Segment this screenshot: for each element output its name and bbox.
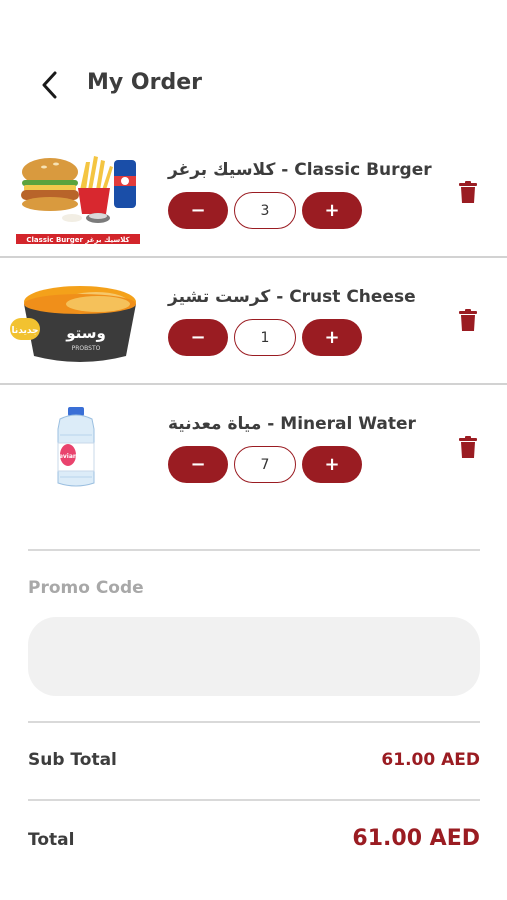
section-divider: [28, 721, 480, 723]
classic-burger-image: Classic Burger كلاسيك برغر: [10, 150, 145, 246]
mineral-water-image: evian: [10, 405, 145, 501]
trash-icon: [459, 309, 477, 331]
subtotal-label: Sub Total: [28, 750, 117, 770]
qty-value: 1: [234, 319, 296, 356]
section-divider: [28, 549, 480, 551]
delete-item-button[interactable]: [456, 306, 480, 334]
order-item-classic-burger: Classic Burger كلاسيك برغر كلاسيك برغر -…: [0, 130, 507, 258]
section-divider: [28, 799, 480, 801]
mineral-water-image-label: evian: [59, 453, 77, 460]
back-button[interactable]: [34, 68, 64, 102]
total-value: 61.00 AED: [352, 826, 480, 851]
order-item-mineral-water: evian مياة معدنية - Mineral Water − 7 +: [0, 385, 507, 513]
order-item-crust-cheese: وستو PROBSTO جديدنا كرست تشيز - Crust Ch…: [0, 258, 507, 386]
decrease-qty-button[interactable]: −: [168, 319, 228, 356]
page-title: My Order: [87, 70, 202, 95]
trash-icon: [459, 181, 477, 203]
subtotal-value: 61.00 AED: [381, 750, 480, 770]
qty-value: 3: [234, 192, 296, 229]
promo-code-label: Promo Code: [28, 578, 144, 598]
decrease-qty-button[interactable]: −: [168, 192, 228, 229]
crust-cheese-image: وستو PROBSTO جديدنا: [10, 274, 145, 370]
increase-qty-button[interactable]: +: [302, 446, 362, 483]
trash-icon: [459, 436, 477, 458]
qty-value: 7: [234, 446, 296, 483]
chevron-left-icon: [42, 71, 57, 99]
svg-text:وستو: وستو: [65, 324, 106, 342]
svg-text:PROBSTO: PROBSTO: [72, 345, 101, 352]
promo-code-input[interactable]: [28, 617, 480, 696]
header: My Order: [0, 0, 507, 130]
delete-item-button[interactable]: [456, 178, 480, 206]
increase-qty-button[interactable]: +: [302, 192, 362, 229]
increase-qty-button[interactable]: +: [302, 319, 362, 356]
classic-burger-image-label: Classic Burger كلاسيك برغر: [26, 236, 130, 244]
item-name: كرست تشيز - Crust Cheese: [168, 287, 416, 307]
crust-cheese-image-label: جديدنا: [11, 326, 38, 336]
decrease-qty-button[interactable]: −: [168, 446, 228, 483]
item-name: كلاسيك برغر - Classic Burger: [168, 160, 432, 180]
item-name: مياة معدنية - Mineral Water: [168, 414, 416, 434]
delete-item-button[interactable]: [456, 433, 480, 461]
total-label: Total: [28, 830, 75, 850]
